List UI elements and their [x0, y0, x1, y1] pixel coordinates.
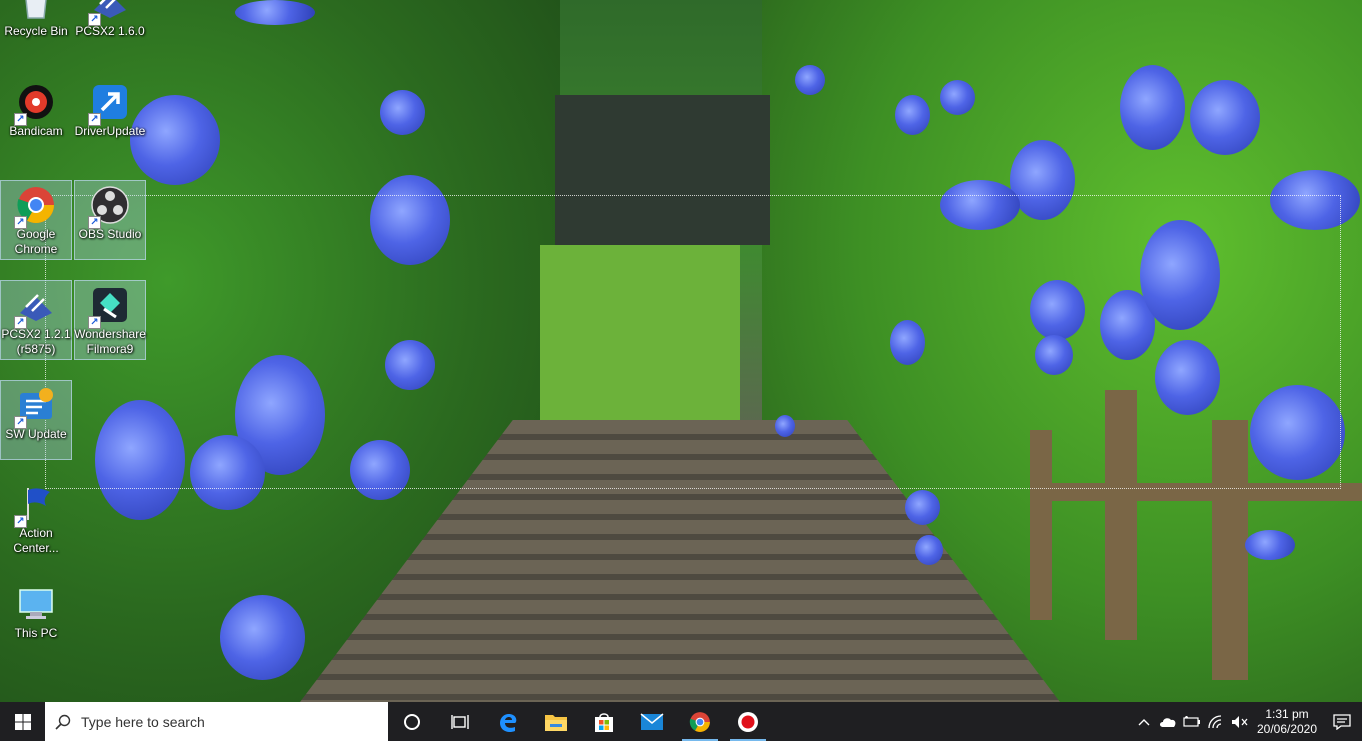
- store-button[interactable]: [580, 702, 628, 741]
- folder-icon: [545, 714, 567, 731]
- task-view-button[interactable]: [436, 702, 484, 741]
- taskbar-clock[interactable]: 1:31 pm 20/06/2020: [1252, 707, 1322, 737]
- pcsx2-icon: ↗: [14, 283, 58, 329]
- shortcut-arrow-icon: ↗: [14, 515, 27, 528]
- desktop-icon-driverupdate[interactable]: ↗ DriverUpdate: [74, 78, 146, 158]
- chevron-up-icon[interactable]: [1132, 702, 1156, 741]
- desktop-icon-label: Action Center...: [13, 526, 59, 555]
- desktop-icon-action-center[interactable]: ↗ Action Center...: [0, 480, 72, 560]
- desktop-icon-label: Bandicam: [9, 124, 63, 138]
- search-placeholder: Type here to search: [81, 713, 205, 730]
- desktop-icon-google-chrome[interactable]: ↗ Google Chrome: [0, 180, 72, 260]
- notification-icon[interactable]: [1322, 702, 1362, 741]
- desktop-icon-filmora9[interactable]: ↗ Wondershare Filmora9: [74, 280, 146, 360]
- sw-update-icon: ↗: [14, 383, 58, 429]
- hydrangea: [1190, 80, 1260, 155]
- file-explorer-button[interactable]: [532, 702, 580, 741]
- shortcut-arrow-icon: ↗: [14, 416, 27, 429]
- taskbar-search-box[interactable]: Type here to search: [45, 702, 388, 741]
- cortana-button[interactable]: [388, 702, 436, 741]
- store-bag-icon: [595, 712, 613, 732]
- hydrangea: [220, 595, 305, 680]
- hydrangea: [235, 0, 315, 25]
- desktop-icon-sw-update[interactable]: ↗ SW Update: [0, 380, 72, 460]
- bandicam-taskbar-button[interactable]: [724, 702, 772, 741]
- hydrangea: [905, 490, 940, 525]
- search-icon: [55, 714, 71, 730]
- action-center-flag-icon: ↗: [14, 482, 58, 528]
- cortana-circle-icon: [404, 713, 420, 730]
- shortcut-arrow-icon: ↗: [88, 316, 101, 329]
- system-tray: 1:31 pm 20/06/2020: [1132, 702, 1362, 741]
- desktop-icon-obs-studio[interactable]: ↗ OBS Studio: [74, 180, 146, 260]
- hydrangea: [940, 80, 975, 115]
- clock-time: 1:31 pm: [1265, 706, 1309, 721]
- desktop-icon-label: This PC: [14, 626, 58, 640]
- desktop-icon-this-pc[interactable]: This PC: [0, 580, 72, 660]
- record-icon: [738, 711, 758, 732]
- mail-button[interactable]: [628, 702, 676, 741]
- driverupdate-icon: ↗: [88, 80, 132, 126]
- bandicam-icon: ↗: [14, 80, 58, 126]
- chrome-icon: [689, 711, 710, 732]
- shortcut-arrow-icon: ↗: [14, 113, 27, 126]
- hydrangea: [1245, 530, 1295, 560]
- desktop-icon-label: OBS Studio: [78, 227, 142, 241]
- battery-icon[interactable]: [1180, 702, 1204, 741]
- windows-logo-icon: [14, 713, 31, 730]
- taskbar: Type here to search 1:31 pm 20/06/2020: [0, 702, 1362, 741]
- task-view-icon: [451, 714, 469, 729]
- desktop-icon-label: DriverUpdate: [74, 124, 146, 138]
- hydrangea: [915, 535, 943, 565]
- desktop-icon-pcsx2-121[interactable]: ↗ PCSX2 1.2.1 (r5875): [0, 280, 72, 360]
- desktop-icon-label: PCSX2 1.2.1 (r5875): [1, 327, 71, 356]
- clock-date: 20/06/2020: [1256, 721, 1318, 736]
- shortcut-arrow-icon: ↗: [88, 13, 101, 26]
- pcsx2-icon: ↗: [88, 0, 132, 26]
- edge-button[interactable]: [484, 702, 532, 741]
- mute-icon[interactable]: [1228, 702, 1252, 741]
- hydrangea: [380, 90, 425, 135]
- shortcut-arrow-icon: ↗: [88, 113, 101, 126]
- wifi-icon[interactable]: [1204, 702, 1228, 741]
- desktop-icon-label: SW Update: [5, 427, 67, 441]
- filmora-icon: ↗: [88, 283, 132, 329]
- desktop-icon-recycle-bin[interactable]: Recycle Bin: [0, 0, 72, 58]
- selection-rectangle: [45, 195, 1341, 489]
- obs-icon: ↗: [88, 183, 132, 229]
- shortcut-arrow-icon: ↗: [88, 216, 101, 229]
- hydrangea: [1120, 65, 1185, 150]
- recycle-bin-icon: [14, 0, 58, 24]
- desktop-icon-label: Recycle Bin: [4, 24, 68, 38]
- chrome-icon: ↗: [14, 183, 58, 229]
- desktop-icon-label: PCSX2 1.6.0: [75, 24, 145, 38]
- mail-icon: [640, 712, 664, 730]
- shortcut-arrow-icon: ↗: [14, 316, 27, 329]
- desktop-icon-label: Google Chrome: [14, 227, 58, 256]
- desktop-wallpaper[interactable]: Recycle Bin ↗ PCSX2 1.6.0 ↗ Bandicam ↗ D…: [0, 0, 1362, 702]
- edge-icon: [500, 713, 517, 732]
- desktop-icon-pcsx2-160[interactable]: ↗ PCSX2 1.6.0: [74, 0, 146, 58]
- shortcut-arrow-icon: ↗: [14, 216, 27, 229]
- cloud-icon[interactable]: [1156, 702, 1180, 741]
- hydrangea: [795, 65, 825, 95]
- start-button[interactable]: [0, 702, 45, 741]
- this-pc-icon: [14, 582, 58, 626]
- desktop-icon-bandicam[interactable]: ↗ Bandicam: [0, 78, 72, 158]
- desktop-icon-label: Wondershare Filmora9: [74, 327, 146, 356]
- chrome-taskbar-button[interactable]: [676, 702, 724, 741]
- hydrangea: [895, 95, 930, 135]
